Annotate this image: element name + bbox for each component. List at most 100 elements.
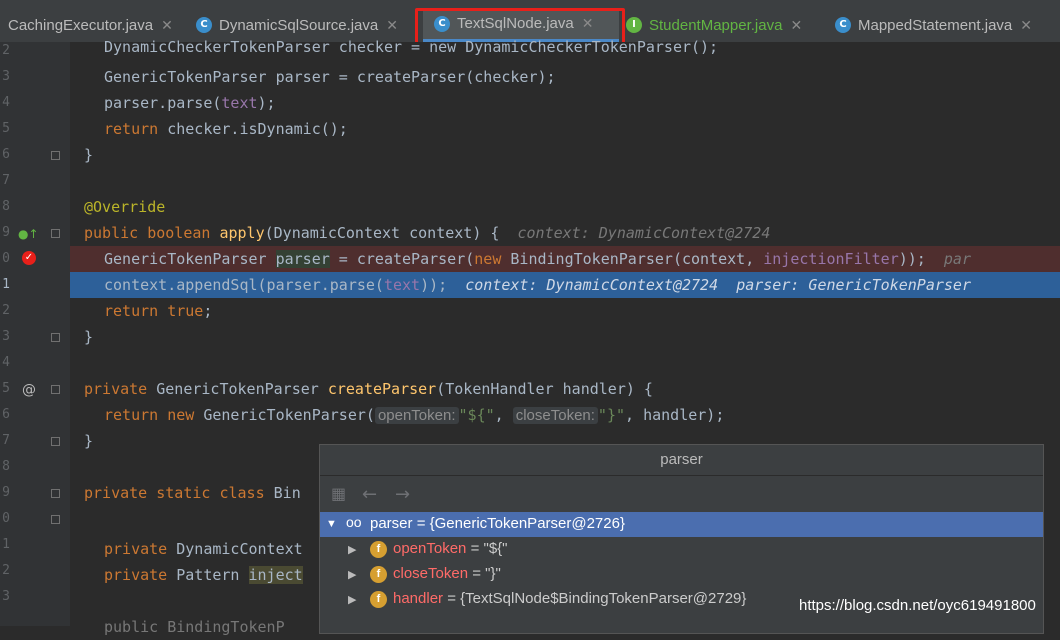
line-number: 6: [2, 407, 10, 422]
breakpoint-line: GenericTokenParser parser = createParser…: [70, 246, 1060, 272]
code-text: private GenericTokenParser createParser(…: [84, 380, 653, 398]
breakpoint-icon[interactable]: ✓: [22, 251, 36, 265]
code-line: return new GenericTokenParser(openToken:…: [70, 402, 1060, 428]
line-number: 2: [2, 303, 10, 318]
inline-debug-value: context: DynamicContext@2724: [517, 224, 771, 242]
close-icon[interactable]: ✕: [790, 17, 802, 34]
navigation-bar-cutoff: [0, 0, 1060, 8]
code-line: DynamicCheckerTokenParser checker = new …: [70, 34, 1060, 60]
interface-icon: I: [626, 17, 642, 33]
parameter-hint: openToken:: [374, 407, 459, 424]
code-line: @Override: [70, 194, 1060, 220]
code-text: context.appendSql(parser.parse(text)); c…: [104, 276, 971, 294]
line-number: 0: [2, 511, 10, 526]
field-icon: f: [370, 591, 387, 608]
code-line: return true;: [70, 298, 1060, 324]
code-text: private DynamicContext: [104, 540, 303, 558]
code-text: GenericTokenParser parser = createParser…: [104, 68, 556, 86]
inline-debug-value: par: [943, 250, 971, 268]
fold-marker-icon[interactable]: [51, 515, 60, 524]
field-icon: f: [370, 541, 387, 558]
code-line: parser.parse(text);: [70, 90, 1060, 116]
line-number: 4: [2, 95, 10, 110]
tab-label: DynamicSqlSource.java: [219, 16, 379, 34]
class-icon: C: [196, 17, 212, 33]
add-to-watches-icon[interactable]: ▦: [331, 484, 346, 503]
popup-title: parser: [320, 445, 1043, 476]
line-number: 8: [2, 459, 10, 474]
code-text: return checker.isDynamic();: [104, 120, 348, 138]
line-number: 2: [2, 43, 10, 58]
code-text: public boolean apply(DynamicContext cont…: [84, 224, 771, 242]
current-execution-line: context.appendSql(parser.parse(text)); c…: [70, 272, 1060, 298]
code-text: @Override: [84, 198, 166, 216]
at-annotation-icon[interactable]: @: [22, 382, 36, 398]
tree-row-text: handler = {TextSqlNode$BindingTokenParse…: [393, 590, 747, 607]
code-line: GenericTokenParser parser = createParser…: [70, 64, 1060, 90]
line-number: 1: [2, 537, 10, 552]
tree-row-close-token[interactable]: ▶ f closeToken = "}": [320, 562, 1043, 587]
code-text: return true;: [104, 302, 213, 320]
line-number: 3: [2, 329, 10, 344]
line-number: 9: [2, 225, 10, 240]
tree-row-open-token[interactable]: ▶ f openToken = "${": [320, 537, 1043, 562]
code-text: }: [84, 432, 94, 450]
tab-label: StudentMapper.java: [649, 16, 783, 34]
line-number: 3: [2, 69, 10, 84]
expand-triangle-icon[interactable]: ▶: [348, 568, 356, 581]
tab-label: MappedStatement.java: [858, 16, 1013, 34]
line-number: 6: [2, 147, 10, 162]
code-text: GenericTokenParser parser = createParser…: [104, 250, 971, 268]
line-number: 1: [2, 277, 10, 292]
expand-triangle-icon[interactable]: ▶: [348, 593, 356, 606]
popup-toolbar: ▦ ← →: [320, 476, 1043, 512]
back-arrow-icon[interactable]: ←: [362, 484, 377, 505]
code-text: public BindingTokenP: [104, 618, 285, 636]
code-line: return checker.isDynamic();: [70, 116, 1060, 142]
code-line: public boolean apply(DynamicContext cont…: [70, 220, 1060, 246]
fold-marker-icon[interactable]: [51, 229, 60, 238]
inline-debug-value: parser: GenericTokenParser: [736, 276, 971, 294]
field-icon: f: [370, 566, 387, 583]
code-text: }: [84, 146, 94, 164]
watch-glasses-icon: oo: [346, 514, 362, 530]
fold-marker-icon[interactable]: [51, 437, 60, 446]
code-text: return new GenericTokenParser(openToken:…: [104, 406, 725, 424]
line-number: 8: [2, 199, 10, 214]
parameter-hint: closeToken:: [512, 407, 598, 424]
line-number: 0: [2, 251, 10, 266]
expand-triangle-icon[interactable]: ▶: [348, 543, 356, 556]
class-icon: C: [835, 17, 851, 33]
line-number: 4: [2, 355, 10, 370]
line-number: 5: [2, 381, 10, 396]
forward-arrow-icon[interactable]: →: [395, 484, 410, 505]
watermark-text: https://blog.csdn.net/oyc619491800: [799, 597, 1036, 614]
line-number-gutter[interactable]: 2 3 4 5 6 7 8 9 0 1 2 3 4 5 6 7 8 9 0 1 …: [0, 42, 70, 626]
close-icon[interactable]: ✕: [386, 17, 398, 34]
code-line: }: [70, 142, 1060, 168]
code-line: }: [70, 324, 1060, 350]
line-number: 9: [2, 485, 10, 500]
line-number: 7: [2, 173, 10, 188]
line-number: 7: [2, 433, 10, 448]
tree-row-root[interactable]: ▼ oo parser = {GenericTokenParser@2726}: [320, 512, 1043, 537]
fold-marker-icon[interactable]: [51, 151, 60, 160]
code-text: parser.parse(text);: [104, 94, 276, 112]
collapse-triangle-icon[interactable]: ▼: [326, 518, 337, 530]
tree-row-text: openToken = "${": [393, 540, 508, 557]
fold-marker-icon[interactable]: [51, 385, 60, 394]
line-number: 3: [2, 589, 10, 604]
fold-marker-icon[interactable]: [51, 333, 60, 342]
close-icon[interactable]: ✕: [161, 17, 173, 34]
code-text: DynamicCheckerTokenParser checker = new …: [104, 38, 719, 56]
fold-marker-icon[interactable]: [51, 489, 60, 498]
override-icon[interactable]: ●↑: [18, 227, 39, 241]
inline-debug-value: context: DynamicContext@2724: [465, 276, 719, 294]
close-icon[interactable]: ✕: [1020, 17, 1032, 34]
tree-row-text: closeToken = "}": [393, 565, 501, 582]
code-line: private GenericTokenParser createParser(…: [70, 376, 1060, 402]
code-text: private static class Bin: [84, 484, 301, 502]
code-text: private Pattern inject: [104, 566, 303, 584]
tab-label: CachingExecutor.java: [8, 16, 154, 34]
line-number: 5: [2, 121, 10, 136]
